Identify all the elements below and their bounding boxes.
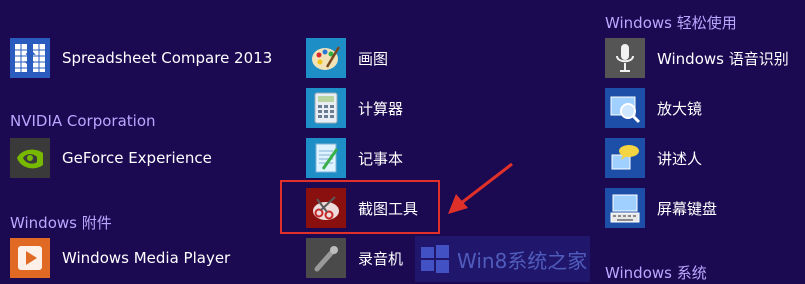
app-tile-windows-media-player[interactable]: Windows Media Player <box>10 238 230 278</box>
app-label: Windows 语音识别 <box>657 49 789 68</box>
app-tile-on-screen-keyboard[interactable]: 屏幕键盘 <box>605 188 717 228</box>
app-label: 录音机 <box>358 249 404 268</box>
magnifier-icon <box>605 88 645 128</box>
app-tile-geforce-experience[interactable]: GeForce Experience <box>10 138 212 178</box>
watermark-text: Win8系统之家 <box>457 248 588 273</box>
app-label: Windows Media Player <box>62 249 231 267</box>
calculator-icon <box>306 88 346 128</box>
annotation-arrow <box>448 162 513 214</box>
app-tile-calculator[interactable]: 计算器 <box>306 88 403 128</box>
microphone-icon <box>605 38 645 78</box>
app-label: Spreadsheet Compare 2013 <box>62 49 273 67</box>
paint-icon <box>306 38 346 78</box>
app-tile-notepad[interactable]: 记事本 <box>306 138 403 178</box>
app-tile-spreadsheet-compare[interactable]: Spreadsheet Compare 2013 <box>10 38 272 78</box>
app-label: 屏幕键盘 <box>657 199 718 218</box>
app-tile-sound-recorder[interactable]: 录音机 <box>306 238 403 278</box>
app-tile-speech-recognition[interactable]: Windows 语音识别 <box>605 38 789 78</box>
app-label: 放大镜 <box>657 99 703 118</box>
group-header-nvidia: NVIDIA Corporation <box>10 112 156 130</box>
highlight-rectangle <box>280 180 440 234</box>
geforce-experience-icon <box>10 138 50 178</box>
group-header-windows-system: Windows 系统 <box>605 264 707 282</box>
app-label: 记事本 <box>358 149 404 168</box>
group-header-windows-accessories: Windows 附件 <box>10 214 112 232</box>
notepad-icon <box>306 138 346 178</box>
narrator-icon <box>605 138 645 178</box>
app-label: GeForce Experience <box>62 149 212 167</box>
app-tile-magnifier[interactable]: 放大镜 <box>605 88 702 128</box>
media-player-icon <box>10 238 50 278</box>
app-label: 画图 <box>358 49 389 68</box>
app-tile-narrator[interactable]: 讲述人 <box>605 138 702 178</box>
keyboard-icon <box>605 188 645 228</box>
app-tile-paint[interactable]: 画图 <box>306 38 388 78</box>
app-label: 计算器 <box>358 99 404 118</box>
watermark: Win8系统之家 <box>415 236 590 282</box>
app-label: 讲述人 <box>657 149 703 168</box>
spreadsheet-compare-icon <box>10 38 50 78</box>
windows-logo-icon <box>421 245 449 273</box>
microphone-icon <box>306 238 346 278</box>
group-header-windows-ease-of-access: Windows 轻松使用 <box>605 14 737 32</box>
